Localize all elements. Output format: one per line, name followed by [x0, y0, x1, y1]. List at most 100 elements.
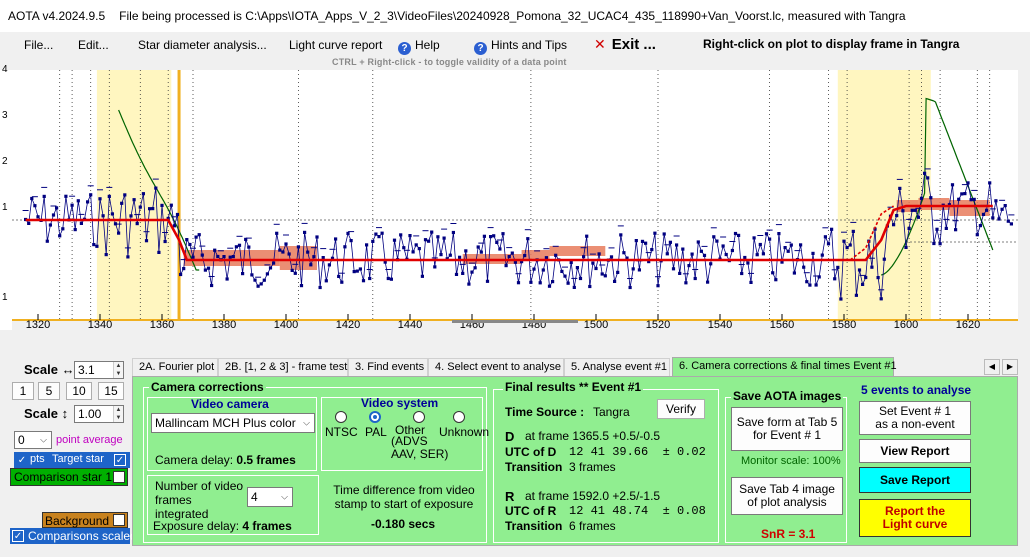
data-point[interactable]: [907, 226, 911, 230]
tab-frame-test[interactable]: 2B. [1, 2 & 3] - frame test: [218, 358, 348, 376]
plot-scroll-thumb[interactable]: [452, 320, 578, 323]
data-point[interactable]: [86, 200, 90, 204]
data-point[interactable]: [687, 264, 691, 268]
data-point[interactable]: [268, 266, 273, 270]
data-point[interactable]: [600, 272, 604, 276]
data-point[interactable]: [433, 265, 437, 269]
data-point[interactable]: [228, 255, 232, 259]
check-icon[interactable]: ✓: [16, 454, 28, 466]
data-point[interactable]: [684, 281, 688, 285]
data-point[interactable]: [489, 235, 493, 239]
data-point[interactable]: [76, 199, 80, 203]
scale-button-10[interactable]: 10: [66, 382, 92, 400]
data-point[interactable]: [985, 208, 989, 212]
data-point[interactable]: [327, 263, 331, 267]
data-point[interactable]: [259, 282, 263, 286]
data-point[interactable]: [613, 279, 617, 283]
data-point[interactable]: [631, 267, 635, 271]
data-point[interactable]: [55, 206, 59, 210]
data-point[interactable]: [737, 233, 741, 237]
background-checkbox[interactable]: [113, 514, 125, 526]
verify-button[interactable]: Verify: [657, 399, 705, 419]
data-point[interactable]: [981, 212, 986, 216]
data-point[interactable]: [206, 266, 211, 270]
data-point[interactable]: [306, 250, 310, 254]
data-point[interactable]: [541, 268, 545, 272]
data-point[interactable]: [693, 276, 697, 281]
data-point[interactable]: [671, 267, 676, 271]
data-point[interactable]: [27, 221, 31, 225]
data-point[interactable]: [721, 244, 725, 248]
data-point[interactable]: [64, 194, 68, 198]
data-point[interactable]: [892, 223, 896, 227]
data-point[interactable]: [371, 239, 375, 243]
scale-button-5[interactable]: 5: [38, 382, 60, 400]
data-point[interactable]: [597, 252, 601, 256]
camera-model-combo[interactable]: Mallincam MCH Plus color ⌵: [151, 413, 315, 433]
menu-star-diameter[interactable]: Star diameter analysis...: [138, 38, 267, 52]
data-point[interactable]: [281, 250, 285, 254]
data-point[interactable]: [786, 249, 790, 253]
data-point[interactable]: [554, 253, 558, 257]
tab-find-events[interactable]: 3. Find events: [348, 358, 428, 376]
data-point[interactable]: [547, 284, 552, 288]
data-point[interactable]: [365, 243, 369, 247]
data-point[interactable]: [913, 208, 917, 212]
data-point[interactable]: [755, 253, 759, 257]
data-point[interactable]: [417, 247, 421, 251]
data-point[interactable]: [334, 237, 338, 241]
data-point[interactable]: [1000, 207, 1004, 211]
scale-horizontal-spinner[interactable]: 3.1 ▲ ▼: [74, 361, 124, 379]
data-point[interactable]: [498, 247, 502, 251]
data-point[interactable]: [293, 271, 297, 275]
data-point[interactable]: [826, 242, 831, 246]
data-point[interactable]: [662, 232, 666, 236]
data-point[interactable]: [61, 227, 65, 231]
data-point[interactable]: [696, 240, 700, 244]
data-point[interactable]: [572, 285, 576, 289]
data-point[interactable]: [926, 176, 930, 180]
data-point[interactable]: [253, 278, 257, 282]
data-point[interactable]: [960, 192, 964, 196]
data-point[interactable]: [95, 244, 99, 248]
data-point[interactable]: [994, 199, 998, 203]
data-point[interactable]: [882, 257, 886, 261]
data-point[interactable]: [935, 227, 939, 231]
data-point[interactable]: [504, 264, 508, 268]
data-point[interactable]: [349, 239, 353, 243]
data-point[interactable]: [42, 194, 46, 198]
data-point[interactable]: [303, 230, 307, 234]
data-point[interactable]: [848, 243, 852, 247]
data-point[interactable]: [752, 236, 756, 240]
data-point[interactable]: [262, 278, 266, 282]
data-point[interactable]: [991, 216, 995, 220]
data-point[interactable]: [622, 251, 626, 255]
data-point[interactable]: [45, 239, 49, 243]
data-point[interactable]: [411, 250, 415, 254]
data-point[interactable]: [997, 217, 1001, 221]
data-point[interactable]: [681, 247, 685, 251]
data-point[interactable]: [817, 275, 821, 279]
data-point[interactable]: [594, 266, 598, 271]
data-point[interactable]: [644, 241, 648, 245]
data-point[interactable]: [129, 214, 133, 218]
data-point[interactable]: [414, 243, 418, 247]
data-point[interactable]: [814, 283, 818, 287]
data-point[interactable]: [916, 215, 920, 219]
data-point[interactable]: [476, 245, 480, 249]
data-point[interactable]: [427, 239, 431, 243]
data-point[interactable]: [92, 243, 96, 247]
data-point[interactable]: [944, 226, 948, 230]
report-light-curve-button[interactable]: Report the Light curve: [859, 499, 971, 537]
data-point[interactable]: [89, 193, 93, 197]
data-point[interactable]: [423, 238, 428, 242]
data-point[interactable]: [141, 192, 145, 196]
data-point[interactable]: [709, 262, 713, 266]
data-point[interactable]: [234, 245, 238, 249]
data-point[interactable]: [284, 242, 288, 246]
data-point[interactable]: [225, 277, 229, 281]
data-point[interactable]: [575, 266, 579, 270]
data-point[interactable]: [222, 255, 226, 259]
data-point[interactable]: [761, 252, 765, 256]
data-point[interactable]: [975, 233, 979, 237]
